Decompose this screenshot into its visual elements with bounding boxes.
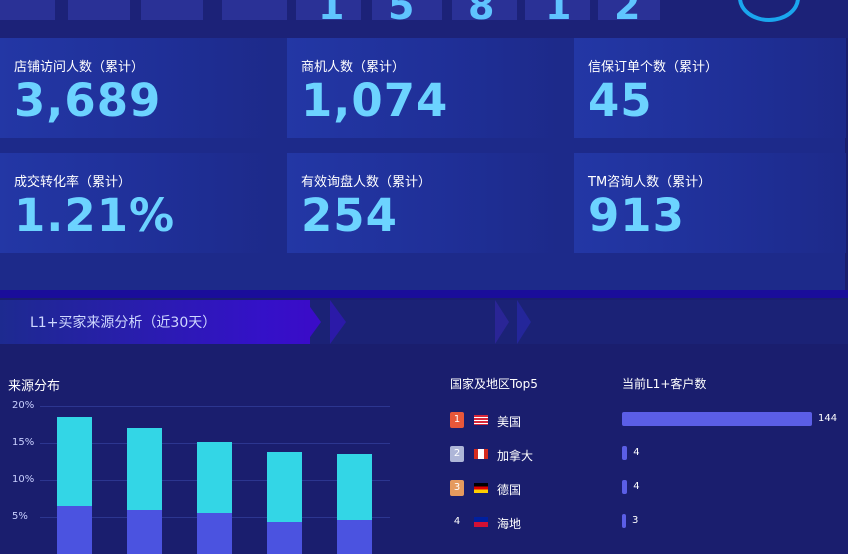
customer-count-value: 4 xyxy=(633,481,640,492)
rank-badge: 2 xyxy=(450,446,464,462)
country-column-header: 国家及地区Top5 xyxy=(450,377,538,391)
counter-digit: 1 xyxy=(318,0,345,28)
count-column-header: 当前L1+客户数 xyxy=(622,377,707,391)
section-divider xyxy=(0,290,848,298)
stat-label: 商机人数（累计） xyxy=(301,60,406,75)
customer-count-bar[interactable] xyxy=(622,480,628,494)
country-name: 美国 xyxy=(497,415,522,429)
country-name: 加拿大 xyxy=(497,449,534,463)
rank-badge: 4 xyxy=(453,516,461,527)
counter-digit: 2 xyxy=(614,0,641,28)
stat-card-valid-inquiries: 有效询盘人数（累计） 254 xyxy=(287,153,559,253)
rank-badge: 3 xyxy=(450,480,464,496)
counter-digit: 5 xyxy=(388,0,415,28)
bar-segment[interactable] xyxy=(57,505,92,554)
stat-label: 信保订单个数（累计） xyxy=(588,60,719,75)
bar-segment[interactable] xyxy=(267,522,302,554)
stat-value: 913 xyxy=(588,189,685,242)
stat-card-conversion-rate: 成交转化率（累计） 1.21% xyxy=(0,153,272,253)
stat-label: 店铺访问人数（累计） xyxy=(14,60,145,75)
country-name: 德国 xyxy=(497,483,522,497)
digit-box xyxy=(68,0,130,20)
bar-segment[interactable] xyxy=(197,513,232,554)
stat-value: 45 xyxy=(588,74,653,127)
germany-flag-icon xyxy=(474,483,488,493)
rank-badge: 1 xyxy=(450,412,464,428)
stat-card-tm-consults: TM咨询人数（累计） 913 xyxy=(574,153,846,253)
digit-box xyxy=(222,0,287,20)
stat-card-opportunities: 商机人数（累计） 1,074 xyxy=(287,38,559,138)
counter-digit: 8 xyxy=(468,0,495,28)
chevron-right-icon xyxy=(330,300,346,344)
customer-count-bar[interactable] xyxy=(622,412,812,426)
stat-label: 有效询盘人数（累计） xyxy=(301,175,432,190)
canada-flag-icon xyxy=(474,449,488,459)
stat-label: TM咨询人数（累计） xyxy=(588,175,712,190)
chevron-right-icon xyxy=(495,300,509,344)
bar-segment[interactable] xyxy=(57,417,92,506)
y-tick-label: 10% xyxy=(12,474,35,485)
haiti-flag-icon xyxy=(474,517,488,527)
bar-segment[interactable] xyxy=(337,454,372,520)
bar-segment[interactable] xyxy=(197,441,232,514)
stat-card-store-visitors: 店铺访问人数（累计） 3,689 xyxy=(0,38,272,138)
bar-segment[interactable] xyxy=(337,519,372,554)
section-title: L1+买家来源分析（近30天） xyxy=(30,315,217,331)
customer-count-bar[interactable] xyxy=(622,446,628,460)
bar-segment[interactable] xyxy=(127,509,162,554)
customer-count-value: 4 xyxy=(633,447,640,458)
stat-label: 成交转化率（累计） xyxy=(14,175,132,190)
digit-box xyxy=(0,0,55,20)
gridline xyxy=(40,406,390,407)
stat-value: 1,074 xyxy=(301,74,449,127)
country-name: 海地 xyxy=(497,517,522,531)
chevron-right-icon xyxy=(517,300,531,344)
chart-title: 来源分布 xyxy=(8,379,61,394)
us-flag-icon xyxy=(474,415,488,425)
bar-segment[interactable] xyxy=(127,428,162,510)
stat-value: 254 xyxy=(301,189,398,242)
customer-count-value: 3 xyxy=(632,515,639,526)
stat-value: 3,689 xyxy=(14,74,162,127)
y-tick-label: 5% xyxy=(12,511,28,522)
stat-value: 1.21% xyxy=(14,189,176,242)
stat-card-trade-assurance-orders: 信保订单个数（累计） 45 xyxy=(574,38,846,138)
chevron-right-icon xyxy=(305,300,321,344)
customer-count-value: 144 xyxy=(818,413,838,424)
bar-segment[interactable] xyxy=(267,451,302,523)
y-tick-label: 20% xyxy=(12,400,35,411)
counter-digit: 1 xyxy=(545,0,572,28)
y-tick-label: 15% xyxy=(12,437,35,448)
digit-box xyxy=(141,0,203,20)
customer-count-bar[interactable] xyxy=(622,514,626,528)
